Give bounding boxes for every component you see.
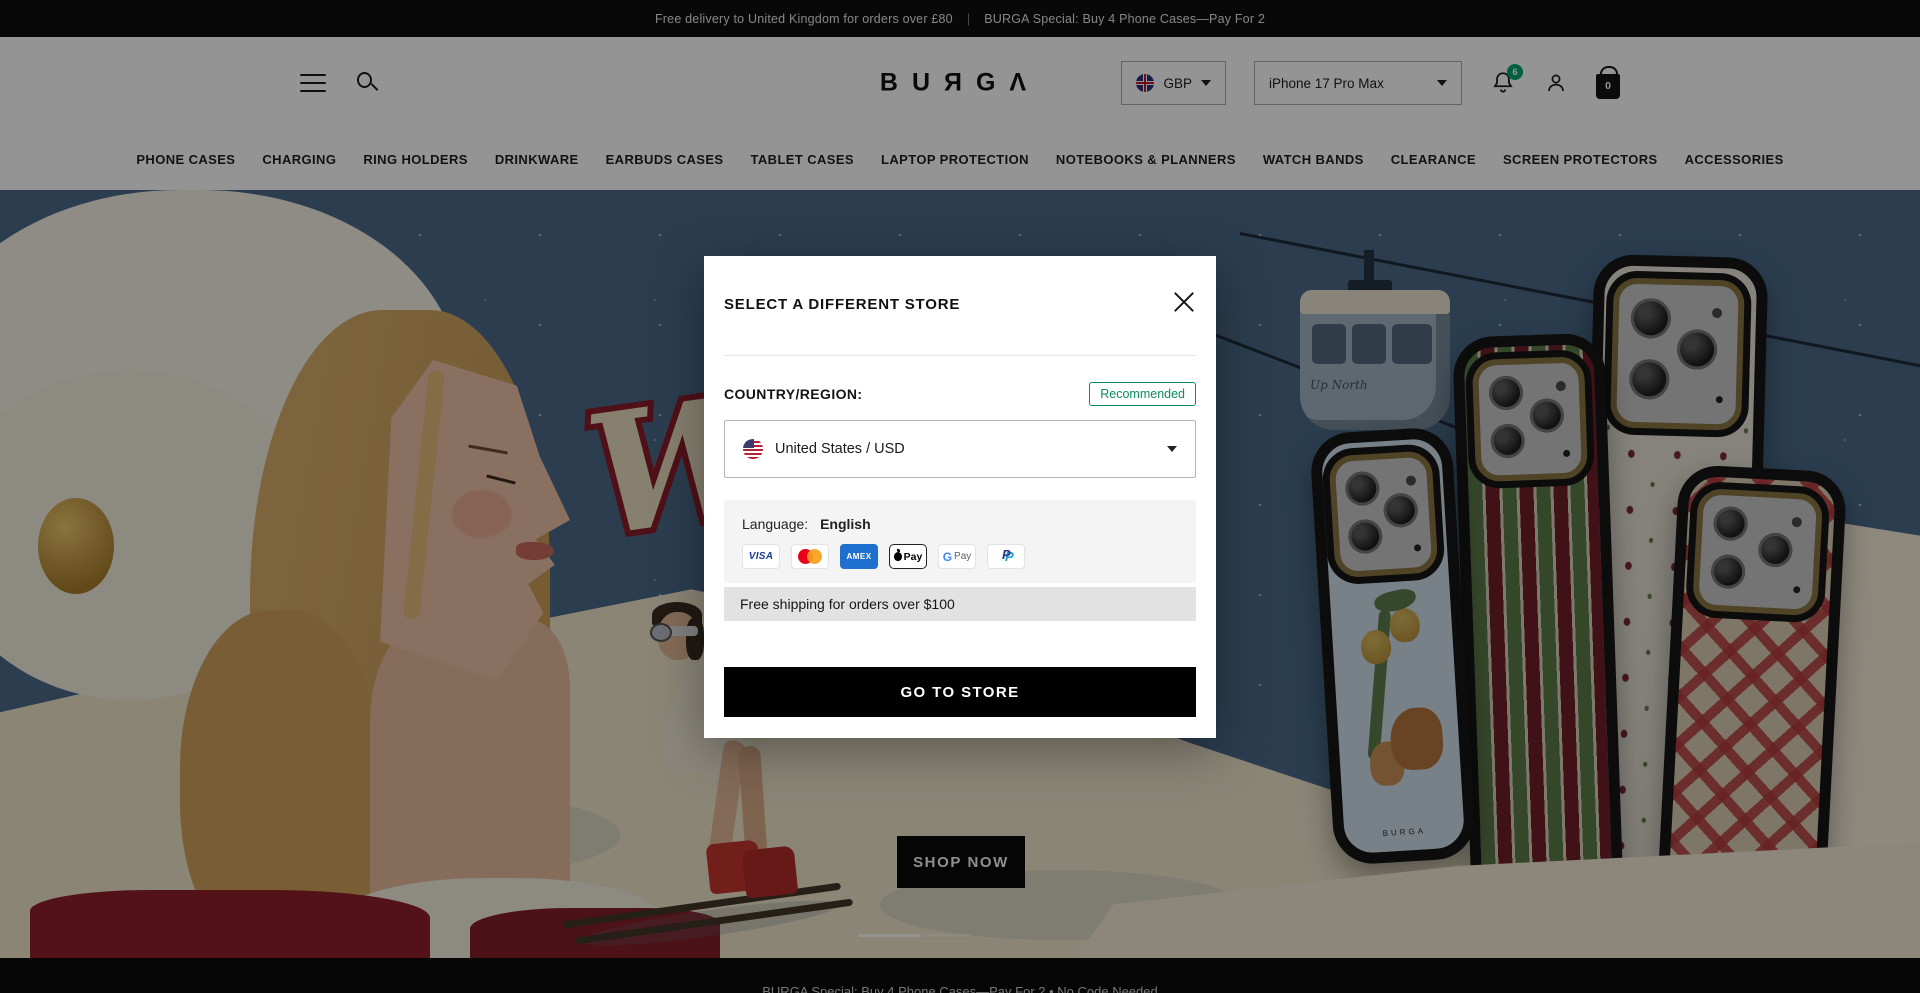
modal-title: SELECT A DIFFERENT STORE bbox=[724, 296, 1196, 313]
chevron-down-icon bbox=[1167, 446, 1177, 452]
country-select[interactable]: United States / USD bbox=[724, 420, 1196, 478]
language-label: Language: bbox=[742, 516, 808, 532]
google-pay-icon: GPay bbox=[938, 544, 976, 569]
paypal-icon: PP bbox=[987, 544, 1025, 569]
close-icon[interactable] bbox=[1172, 290, 1196, 314]
go-to-store-button[interactable]: GO TO STORE bbox=[724, 667, 1196, 717]
modal-divider bbox=[724, 355, 1196, 356]
us-flag-icon bbox=[743, 439, 763, 459]
payment-methods-row: VISA AMEX Pay GPay PP bbox=[742, 544, 1178, 569]
apple-pay-icon: Pay bbox=[889, 544, 927, 569]
country-select-value: United States / USD bbox=[775, 441, 1155, 457]
visa-icon: VISA bbox=[742, 544, 780, 569]
store-selector-modal: SELECT A DIFFERENT STORE COUNTRY/REGION:… bbox=[704, 256, 1216, 738]
store-info-panel: Language: English VISA AMEX Pay GPay PP bbox=[724, 500, 1196, 583]
mastercard-icon bbox=[791, 544, 829, 569]
country-region-label: COUNTRY/REGION: bbox=[724, 386, 862, 402]
language-value: English bbox=[820, 516, 871, 532]
recommended-badge: Recommended bbox=[1089, 382, 1196, 406]
page: Free delivery to United Kingdom for orde… bbox=[0, 0, 1920, 993]
amex-icon: AMEX bbox=[840, 544, 878, 569]
shipping-note: Free shipping for orders over $100 bbox=[724, 587, 1196, 621]
